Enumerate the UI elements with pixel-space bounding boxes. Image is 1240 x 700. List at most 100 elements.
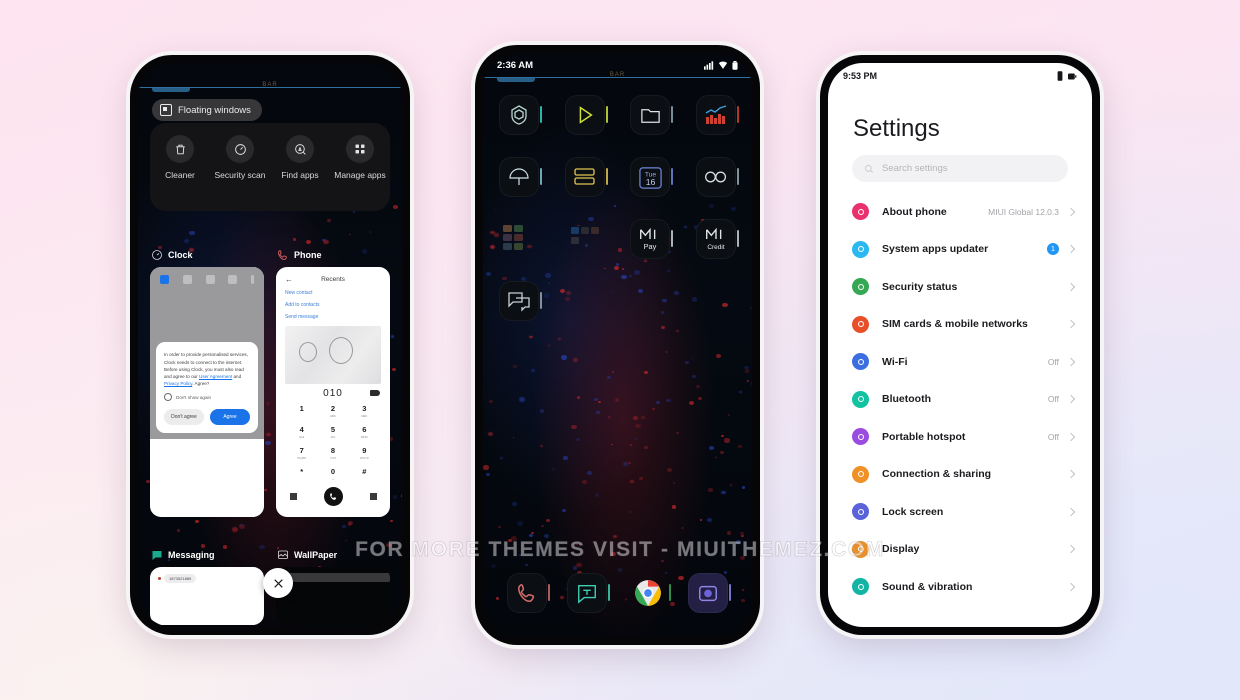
settings-row-bluetooth[interactable]: Bluetooth Off	[852, 381, 1076, 419]
dialpad-key-4[interactable]: 4 GHI	[286, 425, 317, 439]
dialpad-key-0[interactable]: 0 +	[317, 467, 348, 481]
app-icon-mi-credit[interactable]: Credit	[695, 219, 739, 259]
dont-agree-button[interactable]: Don't agree	[164, 409, 204, 425]
home-row	[499, 95, 739, 135]
clock-tab-stopwatch[interactable]	[205, 275, 215, 284]
settings-row-system-apps-updater[interactable]: System apps updater 1	[852, 231, 1076, 269]
wallpaper-dot	[706, 517, 712, 522]
settings-row-about-phone[interactable]: About phone MIUI Global 12.0.3	[852, 193, 1076, 231]
contacts-icon[interactable]	[369, 493, 377, 500]
wallpaper-dot	[519, 397, 526, 402]
wallpaper-dot	[622, 462, 628, 467]
wallpaper-dot	[641, 416, 646, 420]
wallpaper-dot	[352, 211, 355, 213]
floating-windows-chip[interactable]: Floating windows	[152, 99, 262, 121]
clock-tab-worldclock[interactable]	[182, 275, 192, 284]
dialpad-key-6[interactable]: 6 MNO	[349, 425, 380, 439]
clock-app-card[interactable]: In order to provide personalised service…	[150, 267, 264, 517]
recent-card-messaging[interactable]: Messaging 1873521889	[150, 548, 264, 625]
clock-tab-alarm[interactable]	[160, 275, 169, 284]
settings-row-security-status[interactable]: Security status	[852, 268, 1076, 306]
dialpad-key-1[interactable]: 1	[286, 404, 317, 418]
app-folder-social[interactable]	[565, 219, 605, 259]
search-input[interactable]: Search settings	[852, 155, 1068, 182]
clock-overflow-menu[interactable]	[251, 275, 254, 284]
clock-tab-timer[interactable]	[228, 275, 238, 284]
wallpaper-dot	[292, 238, 296, 241]
clock-card-body: In order to provide personalised service…	[150, 267, 264, 439]
settings-row-lock-screen[interactable]: Lock screen	[852, 493, 1076, 531]
dialpad-key-#[interactable]: #	[349, 467, 380, 481]
settings-row-sound-vibration[interactable]: Sound & vibration	[852, 568, 1076, 606]
wallpaper-app-card[interactable]	[276, 567, 390, 625]
home-row: Tue 16	[499, 157, 739, 197]
wallpaper-dot	[700, 519, 702, 521]
settings-row-sim-cards-mobile-networks[interactable]: SIM cards & mobile networks	[852, 306, 1076, 344]
wallpaper-dot	[607, 416, 611, 419]
call-button[interactable]	[323, 487, 343, 506]
wallpaper-dot	[612, 371, 614, 373]
app-icon-messages-alt[interactable]	[499, 281, 542, 321]
tools-folder-icon	[503, 225, 523, 250]
send-message-link[interactable]: Send message	[285, 314, 381, 320]
dock-icon-phone[interactable]	[507, 573, 551, 613]
privacy-policy-link[interactable]: Privacy Policy	[164, 381, 192, 386]
add-to-contacts-link[interactable]: Add to contacts	[285, 302, 381, 308]
wallpaper-dot	[735, 540, 742, 545]
settings-row-value: Off	[1047, 431, 1059, 442]
app-icon-weather[interactable]	[499, 157, 542, 197]
dialpad-key-2[interactable]: 2 ABC	[317, 404, 348, 418]
message-thread-row[interactable]: 1873521889	[150, 567, 264, 590]
recent-card-header: WallPaper	[276, 548, 390, 561]
theme-bar-label: BAR	[609, 72, 626, 78]
app-icon-mi-pay[interactable]: Pay	[630, 219, 674, 259]
quick-action-security-scan[interactable]: Security scan	[211, 135, 269, 181]
quick-action-manage-apps[interactable]: Manage apps	[331, 135, 389, 181]
dialpad-key-*[interactable]: *	[286, 467, 317, 481]
app-folder-tools[interactable]	[499, 219, 539, 259]
wallpaper-dot	[393, 205, 399, 210]
wallpaper-dot	[720, 450, 724, 454]
app-icon-file-manager[interactable]	[630, 95, 674, 135]
settings-row-wi-fi[interactable]: Wi-Fi Off	[852, 343, 1076, 381]
backspace-icon[interactable]	[370, 390, 380, 396]
app-icon-mi-browser[interactable]	[695, 157, 739, 197]
wallpaper-dot	[561, 355, 568, 360]
settings-row-portable-hotspot[interactable]: Portable hotspot Off	[852, 418, 1076, 456]
app-icon-play-store[interactable]	[564, 95, 608, 135]
dialpad-digit: 0	[330, 467, 336, 476]
messaging-app-card[interactable]: 1873521889	[150, 567, 264, 625]
close-all-button[interactable]	[263, 568, 293, 598]
agree-button[interactable]: Agree	[210, 409, 250, 425]
mi-pay-icon: Pay	[640, 227, 657, 251]
back-arrow-icon[interactable]: ←	[285, 275, 293, 284]
settings-row-display[interactable]: Display	[852, 531, 1076, 569]
recent-card-clock[interactable]: Clock In order to provide personalised s…	[150, 248, 264, 517]
phone-app-card[interactable]: ← Recents New contact Add to contacts Se…	[276, 267, 390, 517]
user-agreement-link[interactable]: User Agreement	[199, 374, 232, 379]
app-icon-equalizer[interactable]	[695, 95, 739, 135]
recent-card-wallpaper[interactable]: WallPaper	[276, 548, 390, 625]
wallpaper-dot	[644, 371, 649, 375]
quick-action-cleaner[interactable]: Cleaner	[151, 135, 209, 181]
app-icon-calendar[interactable]: Tue 16	[630, 157, 674, 197]
app-icon-security[interactable]	[499, 95, 542, 135]
dialpad-key-3[interactable]: 3 DEF	[349, 404, 380, 418]
quick-action-find-apps[interactable]: Find apps	[271, 135, 329, 181]
dialpad-key-7[interactable]: 7 PQRS	[286, 446, 317, 460]
dialpad-key-9[interactable]: 9 WXYZ	[349, 446, 380, 460]
dialpad-key-8[interactable]: 8 TUV	[317, 446, 348, 460]
app-icon-notes[interactable]	[564, 157, 608, 197]
dialpad-sublabel: JKL	[330, 435, 336, 439]
dialpad-key-5[interactable]: 5 JKL	[317, 425, 348, 439]
new-contact-link[interactable]: New contact	[285, 290, 381, 296]
dock-icon-camera[interactable]	[687, 573, 731, 613]
keypad-toggle-icon[interactable]	[289, 493, 297, 500]
settings-row-connection-sharing[interactable]: Connection & sharing	[852, 456, 1076, 494]
settings-row-badge: 1	[1047, 243, 1059, 256]
dock-icon-chrome[interactable]	[628, 573, 671, 613]
notes-icon	[574, 168, 595, 185]
dock-icon-messages[interactable]	[567, 573, 611, 613]
dont-show-again-checkbox[interactable]: Don't show again	[164, 393, 250, 401]
recent-card-phone[interactable]: Phone ← Recents New contact Add to conta…	[276, 248, 390, 517]
